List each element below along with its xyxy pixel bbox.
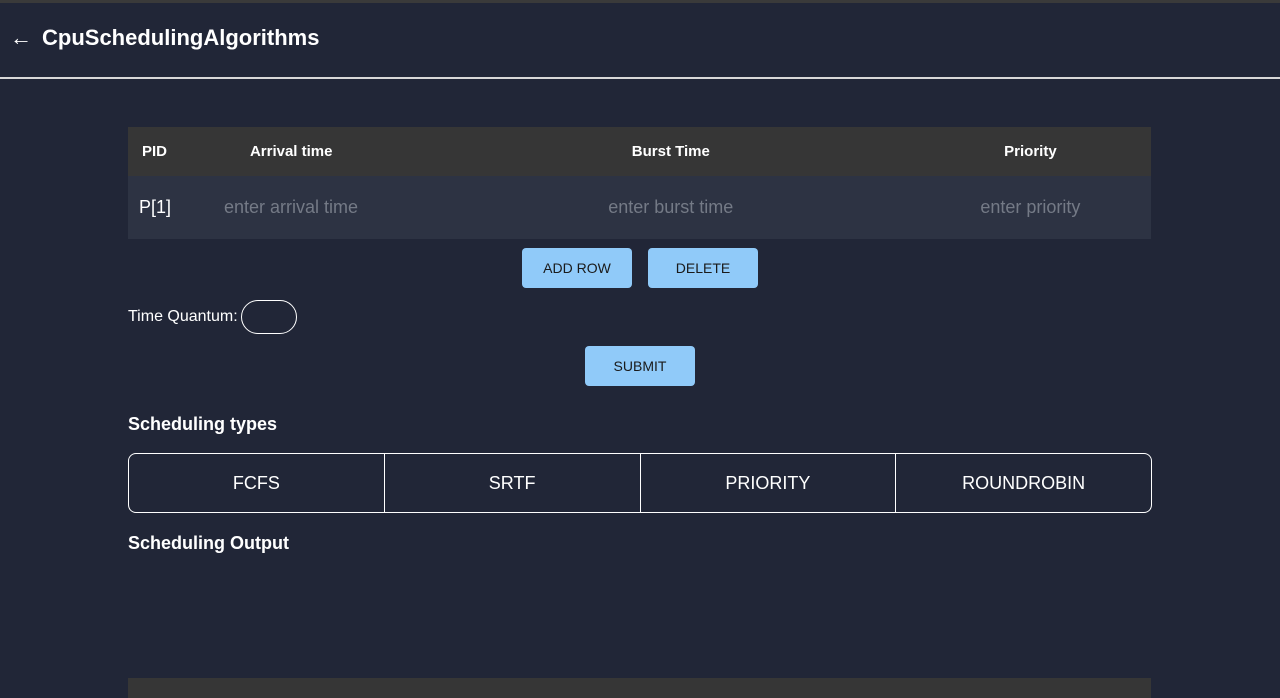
time-quantum-label: Time Quantum: (128, 308, 238, 325)
scheduling-type-group: FCFS SRTF PRIORITY ROUNDROBIN (128, 453, 1152, 513)
type-srtf-button[interactable]: SRTF (385, 454, 641, 512)
time-quantum-input[interactable] (240, 300, 297, 334)
process-table: PID Arrival time Burst Time Priority P[1… (128, 127, 1151, 239)
delete-button[interactable]: DELETE (648, 248, 758, 288)
scheduling-types-heading: Scheduling types (128, 414, 278, 434)
burst-time-input[interactable] (491, 197, 850, 218)
output-table-header (128, 678, 1151, 698)
time-quantum: Time Quantum: (128, 300, 297, 334)
table-header: PID Arrival time Burst Time Priority (128, 127, 1151, 176)
scheduling-output-heading: Scheduling Output (128, 533, 289, 553)
type-fcfs-button[interactable]: FCFS (129, 454, 385, 512)
col-arrival: Arrival time (249, 143, 333, 160)
back-arrow-icon[interactable]: ← (10, 25, 32, 51)
col-burst: Burst Time (631, 143, 710, 160)
col-priority: Priority (1004, 143, 1057, 160)
add-row-button[interactable]: ADD ROW (522, 248, 632, 288)
type-roundrobin-button[interactable]: ROUNDROBIN (896, 454, 1151, 512)
submit-button[interactable]: SUBMIT (585, 346, 695, 386)
priority-input[interactable] (909, 197, 1151, 218)
table-row: P[1] (128, 176, 1151, 239)
arrival-time-input[interactable] (170, 197, 412, 218)
type-priority-button[interactable]: PRIORITY (641, 454, 897, 512)
page-title: CpuSchedulingAlgorithms (42, 25, 320, 50)
app-header: ← CpuSchedulingAlgorithms (0, 3, 1280, 79)
